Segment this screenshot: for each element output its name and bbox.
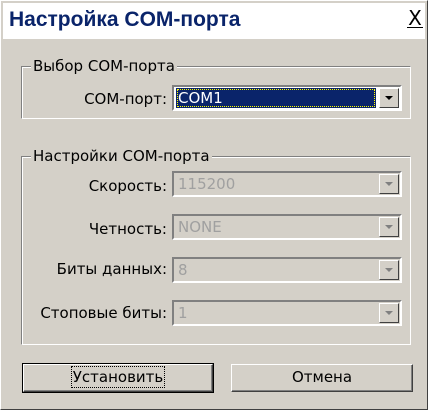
title-bar: Настройка COM-порта X (3, 3, 425, 39)
parity-select[interactable]: NONE (172, 214, 402, 240)
com-port-settings-dialog: Настройка COM-порта X Выбор COM-порта CO… (0, 0, 428, 410)
data-bits-label: Биты данных: (56, 260, 167, 278)
chevron-down-icon (385, 225, 393, 229)
window-title: Настройка COM-порта (7, 7, 245, 33)
data-bits-value: 8 (178, 261, 188, 279)
speed-dropdown-button[interactable] (379, 174, 399, 194)
parity-label: Четность: (88, 220, 167, 238)
com-port-label: COM-порт: (84, 90, 167, 108)
parity-dropdown-button[interactable] (379, 217, 399, 237)
cancel-button[interactable]: Отмена (231, 364, 413, 392)
speed-select[interactable]: 115200 (172, 171, 402, 197)
apply-button[interactable]: Установить (22, 363, 214, 393)
com-port-value: COM1 (176, 88, 376, 108)
port-selection-group-title: Выбор COM-порта (31, 57, 177, 75)
com-port-dropdown-button[interactable] (379, 88, 399, 108)
data-bits-dropdown-button[interactable] (379, 260, 399, 280)
chevron-down-icon (385, 96, 393, 100)
port-settings-group-title: Настройки COM-порта (31, 147, 212, 165)
com-port-select[interactable]: COM1 (172, 85, 402, 111)
stop-bits-select[interactable]: 1 (172, 300, 402, 326)
speed-value: 115200 (178, 175, 236, 193)
apply-button-label: Установить (70, 366, 166, 388)
chevron-down-icon (385, 268, 393, 272)
close-button[interactable]: X (405, 5, 425, 31)
stop-bits-label: Стоповые биты: (40, 304, 167, 322)
data-bits-select[interactable]: 8 (172, 257, 402, 283)
stop-bits-dropdown-button[interactable] (379, 303, 399, 323)
cancel-button-label: Отмена (291, 368, 353, 386)
chevron-down-icon (385, 182, 393, 186)
chevron-down-icon (385, 311, 393, 315)
speed-label: Скорость: (88, 177, 167, 195)
parity-value: NONE (178, 218, 222, 236)
stop-bits-value: 1 (178, 304, 188, 322)
